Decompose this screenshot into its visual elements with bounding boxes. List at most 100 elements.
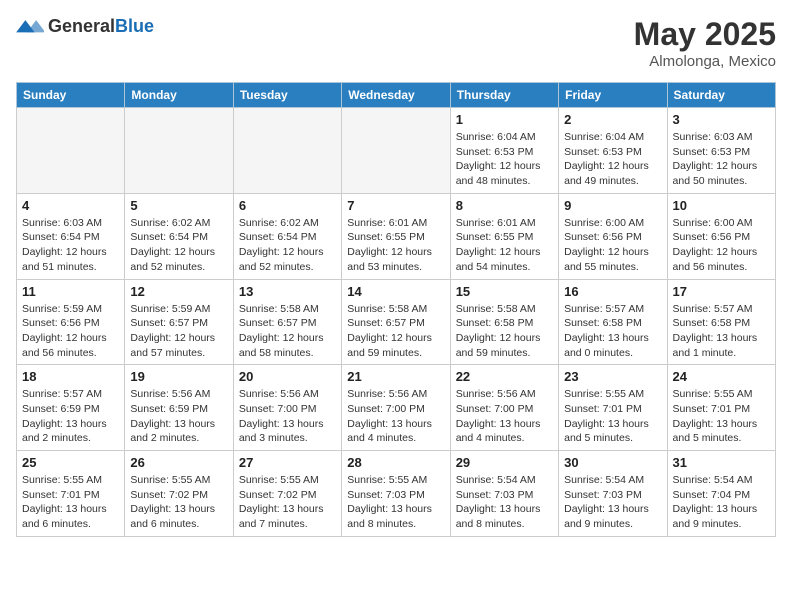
day-number: 10 bbox=[673, 198, 770, 213]
calendar-cell: 24 Sunrise: 5:55 AMSunset: 7:01 PMDayligh… bbox=[667, 365, 775, 451]
calendar-cell: 20Sunrise: 5:56 AMSunset: 7:00 PMDayligh… bbox=[233, 365, 341, 451]
day-number: 2 bbox=[564, 112, 661, 127]
day-info: Sunrise: 6:02 AMSunset: 6:54 PMDaylight:… bbox=[130, 216, 227, 275]
calendar-cell bbox=[125, 108, 233, 194]
day-info: Sunrise: 6:01 AMSunset: 6:55 PMDaylight:… bbox=[456, 216, 553, 275]
day-info: Sunrise: 5:57 AMSunset: 6:58 PMDaylight:… bbox=[673, 302, 770, 361]
title-block: May 2025 Almolonga, Mexico bbox=[634, 16, 776, 70]
day-info: Sunrise: 6:02 AMSunset: 6:54 PMDaylight:… bbox=[239, 216, 336, 275]
calendar-cell bbox=[233, 108, 341, 194]
day-number: 14 bbox=[347, 284, 444, 299]
day-number: 1 bbox=[456, 112, 553, 127]
day-number: 31 bbox=[673, 455, 770, 470]
header-row: SundayMondayTuesdayWednesdayThursdayFrid… bbox=[17, 83, 776, 108]
day-number: 29 bbox=[456, 455, 553, 470]
calendar-cell: 5 Sunrise: 6:02 AMSunset: 6:54 PMDaylight… bbox=[125, 193, 233, 279]
day-info: Sunrise: 5:54 AMSunset: 7:03 PMDaylight:… bbox=[564, 473, 661, 532]
day-info: Sunrise: 5:59 AMSunset: 6:57 PMDaylight:… bbox=[130, 302, 227, 361]
day-number: 3 bbox=[673, 112, 770, 127]
calendar-week-row: 11Sunrise: 5:59 AMSunset: 6:56 PMDayligh… bbox=[17, 279, 776, 365]
calendar-cell: 23 Sunrise: 5:55 AMSunset: 7:01 PMDayligh… bbox=[559, 365, 667, 451]
calendar-cell: 4 Sunrise: 6:03 AMSunset: 6:54 PMDaylight… bbox=[17, 193, 125, 279]
day-info: Sunrise: 5:55 AMSunset: 7:02 PMDaylight:… bbox=[130, 473, 227, 532]
day-number: 6 bbox=[239, 198, 336, 213]
calendar-cell: 28Sunrise: 5:55 AMSunset: 7:03 PMDayligh… bbox=[342, 451, 450, 537]
day-number: 13 bbox=[239, 284, 336, 299]
calendar-location: Almolonga, Mexico bbox=[634, 53, 776, 70]
day-info: Sunrise: 5:55 AMSunset: 7:02 PMDaylight:… bbox=[239, 473, 336, 532]
day-number: 23 bbox=[564, 369, 661, 384]
day-of-week-header: Friday bbox=[559, 83, 667, 108]
day-of-week-header: Tuesday bbox=[233, 83, 341, 108]
day-number: 21 bbox=[347, 369, 444, 384]
day-number: 4 bbox=[22, 198, 119, 213]
day-of-week-header: Sunday bbox=[17, 83, 125, 108]
day-of-week-header: Thursday bbox=[450, 83, 558, 108]
day-info: Sunrise: 5:58 AMSunset: 6:57 PMDaylight:… bbox=[347, 302, 444, 361]
day-number: 5 bbox=[130, 198, 227, 213]
calendar-cell: 12 Sunrise: 5:59 AMSunset: 6:57 PMDayligh… bbox=[125, 279, 233, 365]
calendar-body: 1 Sunrise: 6:04 AMSunset: 6:53 PMDaylight… bbox=[17, 108, 776, 537]
day-info: Sunrise: 5:55 AMSunset: 7:01 PMDaylight:… bbox=[673, 387, 770, 446]
day-info: Sunrise: 6:03 AMSunset: 6:54 PMDaylight:… bbox=[22, 216, 119, 275]
day-info: Sunrise: 6:04 AMSunset: 6:53 PMDaylight:… bbox=[456, 130, 553, 189]
day-info: Sunrise: 5:57 AMSunset: 6:59 PMDaylight:… bbox=[22, 387, 119, 446]
day-of-week-header: Monday bbox=[125, 83, 233, 108]
calendar-cell: 3 Sunrise: 6:03 AMSunset: 6:53 PMDaylight… bbox=[667, 108, 775, 194]
day-info: Sunrise: 5:56 AMSunset: 6:59 PMDaylight:… bbox=[130, 387, 227, 446]
day-number: 17 bbox=[673, 284, 770, 299]
day-number: 18 bbox=[22, 369, 119, 384]
calendar-cell: 27 Sunrise: 5:55 AMSunset: 7:02 PMDayligh… bbox=[233, 451, 341, 537]
calendar-cell: 8 Sunrise: 6:01 AMSunset: 6:55 PMDaylight… bbox=[450, 193, 558, 279]
calendar-cell: 1 Sunrise: 6:04 AMSunset: 6:53 PMDaylight… bbox=[450, 108, 558, 194]
day-info: Sunrise: 6:01 AMSunset: 6:55 PMDaylight:… bbox=[347, 216, 444, 275]
day-info: Sunrise: 5:57 AMSunset: 6:58 PMDaylight:… bbox=[564, 302, 661, 361]
logo-icon bbox=[16, 17, 44, 37]
calendar-cell: 31 Sunrise: 5:54 AMSunset: 7:04 PMDayligh… bbox=[667, 451, 775, 537]
day-number: 12 bbox=[130, 284, 227, 299]
day-number: 25 bbox=[22, 455, 119, 470]
day-number: 8 bbox=[456, 198, 553, 213]
day-number: 22 bbox=[456, 369, 553, 384]
calendar-week-row: 25 Sunrise: 5:55 AMSunset: 7:01 PMDayligh… bbox=[17, 451, 776, 537]
day-number: 30 bbox=[564, 455, 661, 470]
day-info: Sunrise: 6:03 AMSunset: 6:53 PMDaylight:… bbox=[673, 130, 770, 189]
day-number: 26 bbox=[130, 455, 227, 470]
logo-text-general: General bbox=[48, 16, 115, 36]
logo: GeneralBlue bbox=[16, 16, 154, 37]
calendar-cell: 16Sunrise: 5:57 AMSunset: 6:58 PMDayligh… bbox=[559, 279, 667, 365]
day-number: 19 bbox=[130, 369, 227, 384]
calendar-cell: 13 Sunrise: 5:58 AMSunset: 6:57 PMDayligh… bbox=[233, 279, 341, 365]
calendar-table: SundayMondayTuesdayWednesdayThursdayFrid… bbox=[16, 82, 776, 537]
day-number: 27 bbox=[239, 455, 336, 470]
calendar-cell: 26 Sunrise: 5:55 AMSunset: 7:02 PMDayligh… bbox=[125, 451, 233, 537]
day-number: 20 bbox=[239, 369, 336, 384]
day-number: 7 bbox=[347, 198, 444, 213]
calendar-cell: 29Sunrise: 5:54 AMSunset: 7:03 PMDayligh… bbox=[450, 451, 558, 537]
day-info: Sunrise: 5:58 AMSunset: 6:57 PMDaylight:… bbox=[239, 302, 336, 361]
day-info: Sunrise: 5:58 AMSunset: 6:58 PMDaylight:… bbox=[456, 302, 553, 361]
calendar-cell bbox=[342, 108, 450, 194]
calendar-week-row: 18 Sunrise: 5:57 AMSunset: 6:59 PMDayligh… bbox=[17, 365, 776, 451]
calendar-cell: 21Sunrise: 5:56 AMSunset: 7:00 PMDayligh… bbox=[342, 365, 450, 451]
calendar-cell: 15Sunrise: 5:58 AMSunset: 6:58 PMDayligh… bbox=[450, 279, 558, 365]
day-info: Sunrise: 5:55 AMSunset: 7:01 PMDaylight:… bbox=[22, 473, 119, 532]
calendar-title: May 2025 bbox=[634, 16, 776, 53]
day-number: 24 bbox=[673, 369, 770, 384]
calendar-header: SundayMondayTuesdayWednesdayThursdayFrid… bbox=[17, 83, 776, 108]
calendar-cell: 9 Sunrise: 6:00 AMSunset: 6:56 PMDaylight… bbox=[559, 193, 667, 279]
day-info: Sunrise: 5:54 AMSunset: 7:04 PMDaylight:… bbox=[673, 473, 770, 532]
day-of-week-header: Saturday bbox=[667, 83, 775, 108]
day-number: 9 bbox=[564, 198, 661, 213]
calendar-cell: 25 Sunrise: 5:55 AMSunset: 7:01 PMDayligh… bbox=[17, 451, 125, 537]
logo-text-blue: Blue bbox=[115, 16, 154, 36]
calendar-cell: 10Sunrise: 6:00 AMSunset: 6:56 PMDayligh… bbox=[667, 193, 775, 279]
day-info: Sunrise: 5:56 AMSunset: 7:00 PMDaylight:… bbox=[456, 387, 553, 446]
day-info: Sunrise: 5:55 AMSunset: 7:01 PMDaylight:… bbox=[564, 387, 661, 446]
calendar-cell: 19 Sunrise: 5:56 AMSunset: 6:59 PMDayligh… bbox=[125, 365, 233, 451]
day-info: Sunrise: 6:00 AMSunset: 6:56 PMDaylight:… bbox=[564, 216, 661, 275]
calendar-week-row: 1 Sunrise: 6:04 AMSunset: 6:53 PMDaylight… bbox=[17, 108, 776, 194]
calendar-cell: 11Sunrise: 5:59 AMSunset: 6:56 PMDayligh… bbox=[17, 279, 125, 365]
calendar-cell bbox=[17, 108, 125, 194]
calendar-cell: 17 Sunrise: 5:57 AMSunset: 6:58 PMDayligh… bbox=[667, 279, 775, 365]
